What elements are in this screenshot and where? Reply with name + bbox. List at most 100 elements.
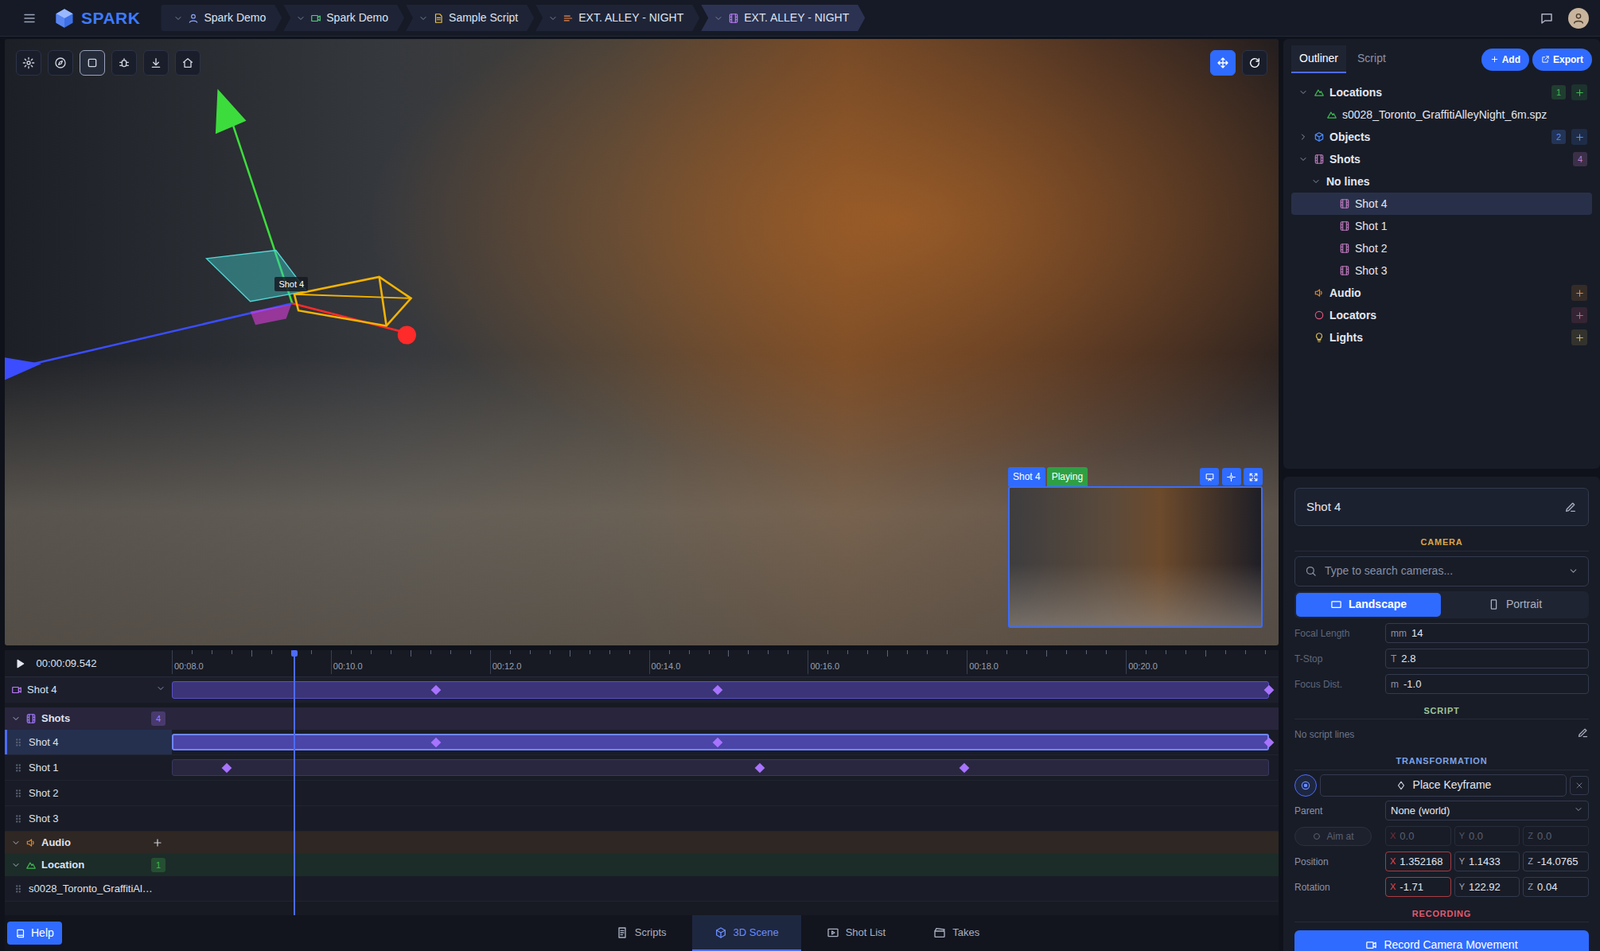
axis-field[interactable]: X-1.71 bbox=[1385, 876, 1452, 898]
track-group[interactable]: Audio bbox=[4, 831, 1279, 854]
group-label[interactable]: Location1 bbox=[4, 853, 172, 876]
parent-select[interactable]: None (world) bbox=[1385, 800, 1589, 822]
axis-field[interactable]: Y122.92 bbox=[1454, 876, 1521, 898]
target-button[interactable] bbox=[1294, 774, 1317, 797]
user-avatar[interactable] bbox=[1568, 7, 1589, 29]
time-ruler[interactable]: 00:08.000:10.000:12.000:14.000:16.000:18… bbox=[171, 650, 1270, 677]
breadcrumb[interactable]: EXT. ALLEY - NIGHT bbox=[700, 4, 865, 32]
record-button[interactable]: Record Camera Movement bbox=[1294, 930, 1589, 951]
track-label[interactable]: Shot 1 bbox=[4, 755, 172, 780]
track-row[interactable]: Shot 4 bbox=[4, 729, 1279, 756]
expander[interactable] bbox=[1297, 154, 1309, 164]
track-lane[interactable] bbox=[171, 805, 1270, 831]
place-keyframe-button[interactable]: Place Keyframe bbox=[1319, 774, 1567, 797]
breadcrumb[interactable]: Spark Demo bbox=[160, 4, 282, 32]
settings-button[interactable] bbox=[15, 50, 42, 76]
track-label[interactable]: Shot 4 bbox=[4, 729, 172, 755]
tree-item[interactable]: Objects2 bbox=[1291, 125, 1593, 148]
play-button[interactable] bbox=[11, 654, 29, 673]
expand-button[interactable] bbox=[1243, 467, 1263, 486]
add-button[interactable]: Add bbox=[1481, 48, 1530, 71]
breadcrumb[interactable]: EXT. ALLEY - NIGHT bbox=[535, 4, 700, 32]
tree-item[interactable]: Shot 3 bbox=[1291, 259, 1593, 282]
tree-item[interactable]: Audio bbox=[1291, 281, 1593, 304]
breadcrumb[interactable]: Sample Script bbox=[405, 4, 534, 32]
tree-item[interactable]: Shots4 bbox=[1291, 147, 1593, 171]
lens-field[interactable]: m-1.0 bbox=[1385, 673, 1589, 695]
track-row[interactable]: Shot 2 bbox=[4, 780, 1279, 806]
camera-search-input[interactable] bbox=[1323, 561, 1562, 581]
tree-item[interactable]: Shot 2 bbox=[1291, 237, 1593, 260]
track-group[interactable]: Shots4 bbox=[4, 707, 1279, 730]
track-label[interactable]: s0028_Toronto_GraffitiAl… bbox=[4, 875, 172, 901]
group-label[interactable]: Shots4 bbox=[4, 707, 172, 730]
comment-button[interactable] bbox=[1199, 467, 1219, 486]
frame-button[interactable] bbox=[79, 50, 106, 76]
home-button[interactable] bbox=[175, 50, 201, 76]
shot-preview[interactable]: Shot 4Playing bbox=[1008, 467, 1263, 628]
shot-name-field[interactable]: Shot 4 bbox=[1294, 487, 1589, 526]
camera-label[interactable]: Shot 4 bbox=[274, 276, 308, 292]
track-label[interactable]: Shot 2 bbox=[4, 780, 172, 806]
add-item-button[interactable] bbox=[1571, 329, 1588, 346]
tree-item[interactable]: Shot 1 bbox=[1291, 214, 1593, 238]
camera-search[interactable] bbox=[1294, 556, 1589, 587]
lens-field[interactable]: mm14 bbox=[1385, 622, 1589, 644]
refresh-button[interactable] bbox=[1241, 50, 1268, 76]
axis-field[interactable]: Z-14.0765 bbox=[1522, 851, 1589, 873]
tree-item[interactable]: Locations1 bbox=[1291, 81, 1593, 104]
view-tab[interactable]: Scripts bbox=[593, 914, 690, 951]
tree-item[interactable]: Shot 4 bbox=[1291, 192, 1593, 215]
track-row[interactable]: s0028_Toronto_GraffitiAl… bbox=[4, 875, 1279, 902]
camera-select[interactable]: Shot 4 bbox=[4, 677, 172, 703]
scene-viewport[interactable]: Shot 4 Shot 4Playing bbox=[4, 38, 1279, 646]
camera-track-lane[interactable] bbox=[171, 677, 1270, 703]
track-label[interactable]: Shot 3 bbox=[4, 805, 172, 831]
tree-item[interactable]: No lines bbox=[1291, 170, 1593, 193]
add-item-button[interactable] bbox=[1571, 128, 1588, 145]
debug-button[interactable] bbox=[111, 50, 137, 76]
download-button[interactable] bbox=[143, 50, 169, 76]
panel-tab[interactable]: Script bbox=[1349, 45, 1394, 74]
clear-keyframe-button[interactable] bbox=[1569, 775, 1589, 795]
track-group[interactable]: Location1 bbox=[4, 853, 1279, 876]
focus-button[interactable] bbox=[1222, 467, 1242, 486]
move-button[interactable] bbox=[1210, 50, 1236, 76]
tree-item[interactable]: s0028_Toronto_GraffitiAlleyNight_6m.spz bbox=[1291, 103, 1593, 126]
clip[interactable] bbox=[171, 759, 1270, 776]
export-button[interactable]: Export bbox=[1532, 48, 1593, 71]
expander[interactable] bbox=[1297, 87, 1309, 98]
camera-track[interactable]: Shot 4 bbox=[4, 677, 1279, 703]
panel-tab[interactable]: Outliner bbox=[1291, 45, 1347, 74]
playhead[interactable] bbox=[293, 650, 296, 915]
view-tab[interactable]: Shot List bbox=[804, 914, 909, 951]
track-row[interactable]: Shot 3 bbox=[4, 805, 1279, 832]
axis-field[interactable]: Y1.1433 bbox=[1454, 851, 1521, 873]
timeline[interactable]: 00:00:09.54200:08.000:10.000:12.000:14.0… bbox=[4, 650, 1279, 915]
add-track-button[interactable] bbox=[149, 834, 166, 851]
lens-field[interactable]: T2.8 bbox=[1385, 648, 1589, 670]
axis-field[interactable]: Z0.04 bbox=[1522, 876, 1589, 898]
add-item-button[interactable] bbox=[1571, 307, 1588, 324]
orientation-option[interactable]: Portrait bbox=[1442, 592, 1588, 617]
group-label[interactable]: Audio bbox=[4, 831, 172, 854]
axis-field[interactable]: X1.352168 bbox=[1385, 851, 1452, 873]
breadcrumb[interactable]: Spark Demo bbox=[283, 4, 405, 32]
compass-button[interactable] bbox=[47, 50, 74, 76]
add-item-button[interactable] bbox=[1571, 84, 1588, 101]
comments-button[interactable] bbox=[1536, 7, 1558, 29]
view-tab[interactable]: 3D Scene bbox=[692, 914, 802, 951]
track-lane[interactable] bbox=[171, 755, 1270, 780]
help-button[interactable]: Help bbox=[7, 921, 63, 945]
track-lane[interactable] bbox=[171, 780, 1270, 806]
track-row[interactable]: Shot 1 bbox=[4, 755, 1279, 781]
menu-button[interactable] bbox=[19, 7, 40, 29]
tree-item[interactable]: Lights bbox=[1291, 326, 1593, 349]
expander[interactable] bbox=[1297, 132, 1309, 142]
logo[interactable]: SPARK bbox=[53, 5, 141, 32]
add-item-button[interactable] bbox=[1571, 284, 1588, 301]
tree-item[interactable]: Locators bbox=[1291, 303, 1593, 327]
expander[interactable] bbox=[1310, 176, 1322, 187]
track-lane[interactable] bbox=[171, 729, 1270, 755]
view-tab[interactable]: Takes bbox=[910, 914, 1002, 951]
